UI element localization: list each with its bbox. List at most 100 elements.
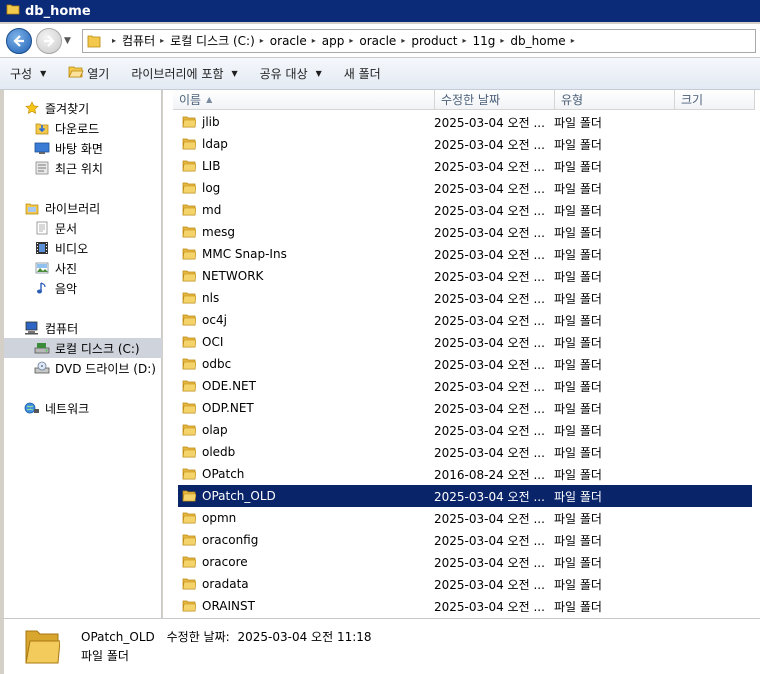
file-row[interactable]: oledb 2025-03-04 오전 ... 파일 폴더	[178, 441, 752, 463]
column-header-name[interactable]: 이름 ▲	[173, 90, 435, 110]
file-name-cell: log	[178, 180, 434, 197]
back-button[interactable]	[6, 27, 32, 54]
file-row[interactable]: md 2025-03-04 오전 ... 파일 폴더	[178, 199, 752, 221]
nav-network[interactable]: 네트워크	[4, 398, 162, 418]
column-header-type[interactable]: 유형	[555, 90, 675, 110]
file-name: oledb	[202, 445, 236, 459]
file-modified: 2025-03-04 오전 ...	[434, 599, 545, 614]
file-row[interactable]: ORAINST 2025-03-04 오전 ... 파일 폴더	[178, 595, 752, 617]
file-row[interactable]: nls 2025-03-04 오전 ... 파일 폴더	[178, 287, 752, 309]
chevron-down-icon: ▼	[315, 69, 322, 78]
nav-downloads[interactable]: 다운로드	[4, 118, 162, 138]
file-row[interactable]: ODE.NET 2025-03-04 오전 ... 파일 폴더	[178, 375, 752, 397]
command-bar: 구성 ▼ 열기 라이브러리에 포함 ▼ 공유 대상 ▼ 새 폴더	[0, 58, 760, 90]
file-modified: 2025-03-04 오전 ...	[434, 291, 545, 306]
file-row[interactable]: oracore 2025-03-04 오전 ... 파일 폴더	[178, 551, 752, 573]
breadcrumb[interactable]: ▸ 컴퓨터 ▸ 로컬 디스크 (C:) ▸ oracle ▸ app ▸ oracle ▸…	[82, 28, 756, 53]
file-name: ORAINST	[202, 599, 255, 613]
title-bar: db_home	[0, 0, 760, 24]
file-name-cell: OPatch_OLD	[178, 488, 434, 505]
file-name-cell: opmn	[178, 510, 434, 527]
file-row[interactable]: oc4j 2025-03-04 오전 ... 파일 폴더	[178, 309, 752, 331]
file-type: 파일 폴더	[554, 379, 602, 394]
column-header-modified[interactable]: 수정한 날짜	[435, 90, 555, 110]
folder-icon	[182, 532, 197, 549]
file-name: ldap	[202, 137, 228, 151]
file-type: 파일 폴더	[554, 357, 602, 372]
file-row[interactable]: jlib 2025-03-04 오전 ... 파일 폴더	[178, 111, 752, 133]
file-list: 이름 ▲ 수정한 날짜 유형 크기 jlib 2025-03-04 오전 ... 파…	[163, 90, 760, 618]
file-row[interactable]: oraconfig 2025-03-04 오전 ... 파일 폴더	[178, 529, 752, 551]
desktop-icon	[34, 140, 50, 156]
folder-icon	[182, 158, 197, 175]
recent-pages-dropdown[interactable]: ▼	[64, 36, 76, 46]
file-row[interactable]: MMC Snap-Ins 2025-03-04 오전 ... 파일 폴더	[178, 243, 752, 265]
address-bar: ▼ ▸ 컴퓨터 ▸ 로컬 디스크 (C:) ▸ oracle ▸ app ▸ oracl…	[0, 24, 760, 58]
file-row[interactable]: OCI 2025-03-04 오전 ... 파일 폴더	[178, 331, 752, 353]
column-header-size[interactable]: 크기	[675, 90, 755, 110]
file-name-cell: odbc	[178, 356, 434, 373]
file-row[interactable]: log 2025-03-04 오전 ... 파일 폴더	[178, 177, 752, 199]
nav-recent-places[interactable]: 최근 위치	[4, 158, 162, 178]
organize-button[interactable]: 구성 ▼	[10, 65, 46, 82]
file-type: 파일 폴더	[554, 181, 602, 196]
film-icon	[34, 240, 50, 256]
nav-computer[interactable]: 컴퓨터	[4, 318, 162, 338]
file-name: jlib	[202, 115, 220, 129]
file-modified: 2025-03-04 오전 ...	[434, 489, 545, 504]
file-row[interactable]: olap 2025-03-04 오전 ... 파일 폴더	[178, 419, 752, 441]
breadcrumb-item[interactable]: 컴퓨터 ▸	[122, 32, 170, 49]
file-name: ODP.NET	[202, 401, 254, 415]
folder-icon	[182, 378, 197, 395]
nav-desktop[interactable]: 바탕 화면	[4, 138, 162, 158]
file-modified: 2025-03-04 오전 ...	[434, 247, 545, 262]
file-row[interactable]: ldap 2025-03-04 오전 ... 파일 폴더	[178, 133, 752, 155]
file-row[interactable]: odbc 2025-03-04 오전 ... 파일 폴더	[178, 353, 752, 375]
file-modified: 2025-03-04 오전 ...	[434, 423, 545, 438]
breadcrumb-item[interactable]: db_home ▸	[510, 34, 580, 48]
file-row[interactable]: oradata 2025-03-04 오전 ... 파일 폴더	[178, 573, 752, 595]
file-row[interactable]: ODP.NET 2025-03-04 오전 ... 파일 폴더	[178, 397, 752, 419]
forward-button[interactable]	[36, 27, 62, 54]
file-row[interactable]: opmn 2025-03-04 오전 ... 파일 폴더	[178, 507, 752, 529]
folder-icon	[182, 136, 197, 153]
nav-videos[interactable]: 비디오	[4, 238, 162, 258]
file-name-cell: oradata	[178, 576, 434, 593]
nav-pictures[interactable]: 사진	[4, 258, 162, 278]
file-name: olap	[202, 423, 228, 437]
nav-dvd-drive[interactable]: DVD 드라이브 (D:)	[4, 358, 162, 378]
breadcrumb-sep[interactable]: ▸	[107, 36, 122, 45]
navigation-pane: 즐겨찾기 다운로드 바탕 화면 최근 위치 라이브러리 문서 비디오 사진 음악…	[0, 90, 162, 618]
file-name-cell: jlib	[178, 114, 434, 131]
file-modified: 2025-03-04 오전 ...	[434, 115, 545, 130]
file-row[interactable]: OPatch_OLD 2025-03-04 오전 ... 파일 폴더	[178, 485, 752, 507]
nav-local-disk[interactable]: 로컬 디스크 (C:)	[4, 338, 162, 358]
window-title: db_home	[25, 3, 91, 19]
nav-favorites[interactable]: 즐겨찾기	[4, 98, 162, 118]
file-type: 파일 폴더	[554, 467, 602, 482]
breadcrumb-item[interactable]: app ▸	[322, 34, 360, 48]
file-row[interactable]: mesg 2025-03-04 오전 ... 파일 폴더	[178, 221, 752, 243]
file-row[interactable]: LIB 2025-03-04 오전 ... 파일 폴더	[178, 155, 752, 177]
open-button[interactable]: 열기	[68, 65, 109, 82]
file-modified: 2025-03-04 오전 ...	[434, 335, 545, 350]
include-in-library-button[interactable]: 라이브러리에 포함 ▼	[131, 65, 237, 82]
file-name-cell: OPatch	[178, 466, 434, 483]
share-with-button[interactable]: 공유 대상 ▼	[260, 65, 322, 82]
breadcrumb-item[interactable]: 11g ▸	[473, 34, 511, 48]
nav-documents[interactable]: 문서	[4, 218, 162, 238]
nav-music[interactable]: 음악	[4, 278, 162, 298]
file-type: 파일 폴더	[554, 313, 602, 328]
breadcrumb-item[interactable]: product ▸	[411, 34, 472, 48]
downloads-folder-icon	[34, 120, 50, 136]
file-name-cell: nls	[178, 290, 434, 307]
breadcrumb-item[interactable]: oracle ▸	[359, 34, 411, 48]
file-row[interactable]: OPatch 2016-08-24 오전 ... 파일 폴더	[178, 463, 752, 485]
new-folder-button[interactable]: 새 폴더	[344, 65, 381, 82]
folder-icon	[182, 290, 197, 307]
nav-libraries[interactable]: 라이브러리	[4, 198, 162, 218]
breadcrumb-item[interactable]: 로컬 디스크 (C:) ▸	[170, 32, 270, 49]
breadcrumb-item[interactable]: oracle ▸	[270, 34, 322, 48]
file-row[interactable]: NETWORK 2025-03-04 오전 ... 파일 폴더	[178, 265, 752, 287]
picture-icon	[34, 260, 50, 276]
